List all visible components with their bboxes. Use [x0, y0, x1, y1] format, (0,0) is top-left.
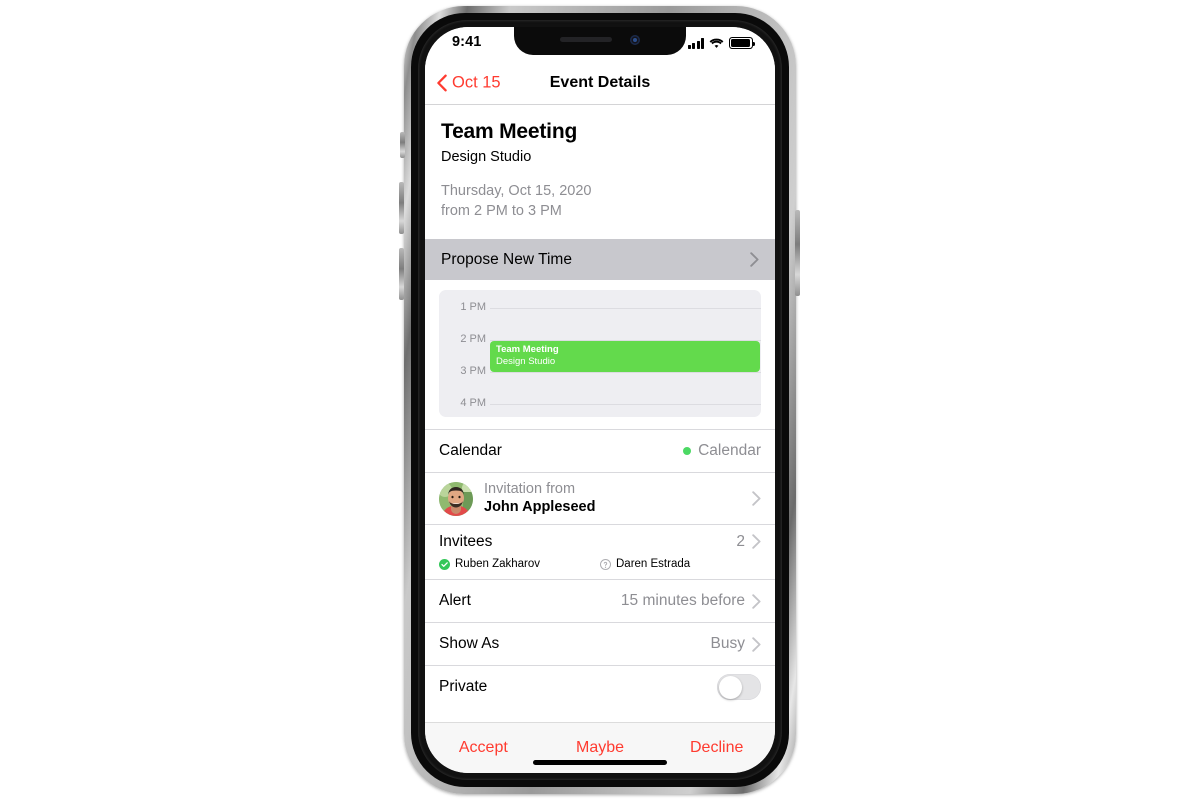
chevron-right-icon — [752, 534, 761, 549]
private-toggle[interactable] — [717, 674, 761, 701]
private-row[interactable]: Private — [425, 665, 775, 708]
alert-row-value-group: 15 minutes before — [621, 592, 761, 610]
maybe-button[interactable]: Maybe — [542, 739, 659, 757]
event-location: Design Studio — [441, 149, 532, 165]
timeline-gridline — [490, 372, 761, 374]
event-datetime: Thursday, Oct 15, 2020 from 2 PM to 3 PM — [441, 182, 759, 221]
alert-row-value: 15 minutes before — [620, 592, 745, 610]
question-circle-icon — [600, 558, 611, 570]
check-circle-icon — [439, 558, 450, 570]
show-as-row-value: Busy — [710, 635, 745, 653]
alert-row-label: Alert — [439, 592, 471, 610]
timeline-gridline — [490, 404, 761, 406]
silent-switch-button[interactable] — [400, 132, 405, 158]
event-title: Team Meeting — [441, 120, 578, 143]
device-screen: 9:41 Oct 15 Event Details Team Meeting D… — [425, 27, 775, 773]
invitees-count: 2 — [736, 532, 745, 550]
calendar-row-value-group: Calendar — [683, 442, 761, 460]
chevron-right-icon — [750, 252, 759, 267]
show-as-row-label: Show As — [439, 635, 500, 653]
rsvp-action-bar: Accept Maybe Decline — [425, 722, 775, 773]
invitees-row-value-group: 2 — [736, 533, 761, 551]
timeline-gridline — [490, 308, 761, 310]
calendar-color-dot-icon — [683, 447, 692, 456]
invitees-row-label: Invitees — [439, 532, 493, 550]
home-indicator[interactable] — [533, 760, 667, 765]
battery-full-icon — [729, 37, 756, 49]
volume-up-button[interactable] — [399, 182, 404, 234]
invitee-name: Daren Estrada — [616, 558, 691, 571]
invitation-text-group: Invitation from John Appleseed — [484, 481, 595, 516]
event-header: Team Meeting Design Studio Thursday, Oct… — [425, 105, 775, 240]
invitee-name: Ruben Zakharov — [455, 558, 541, 571]
calendar-row-label: Calendar — [439, 442, 502, 460]
invitee-chip-pending[interactable]: Daren Estrada — [600, 558, 690, 570]
invitation-row[interactable]: Invitation from John Appleseed — [425, 472, 775, 524]
earpiece-speaker-icon — [560, 37, 612, 42]
day-timeline-chart[interactable]: 1 PM 2 PM 3 PM 4 PM Team Meeting Design … — [439, 290, 761, 418]
details-list: Calendar Calendar Invitation from John A… — [425, 429, 775, 709]
decline-button[interactable]: Decline — [658, 739, 775, 757]
navigation-bar: Oct 15 Event Details — [425, 61, 775, 105]
timeline-preview-section: 1 PM 2 PM 3 PM 4 PM Team Meeting Design … — [425, 280, 775, 430]
back-button-label: Oct 15 — [452, 73, 501, 91]
chevron-right-icon — [752, 491, 761, 506]
propose-new-time-label: Propose New Time — [441, 250, 572, 268]
timeline-label-3pm: 3 PM — [460, 365, 486, 378]
iphone-device-frame: 9:41 Oct 15 Event Details Team Meeting D… — [404, 6, 796, 794]
invitation-from-label: Invitation from — [484, 481, 576, 498]
front-camera-icon — [630, 35, 640, 45]
calendar-row[interactable]: Calendar Calendar — [425, 429, 775, 472]
show-as-row-value-group: Busy — [711, 635, 761, 653]
wifi-icon — [709, 38, 724, 49]
timeline-label-4pm: 4 PM — [460, 397, 486, 410]
screenshot-canvas: 9:41 Oct 15 Event Details Team Meeting D… — [0, 0, 1200, 800]
event-date: Thursday, Oct 15, 2020 — [441, 183, 592, 199]
propose-new-time-row[interactable]: Propose New Time — [425, 239, 775, 281]
chevron-left-icon — [437, 74, 447, 91]
avatar — [439, 481, 473, 516]
chevron-right-icon — [752, 593, 761, 609]
calendar-row-value: Calendar — [698, 442, 761, 460]
invitees-row[interactable]: Invitees 2 — [425, 524, 775, 558]
invitee-chip-accepted[interactable]: Ruben Zakharov — [439, 558, 600, 570]
invitation-row-left: Invitation from John Appleseed — [439, 481, 595, 516]
timeline-event-subtitle: Design Studio — [496, 355, 556, 367]
show-as-row[interactable]: Show As Busy — [425, 622, 775, 665]
timeline-label-1pm: 1 PM — [460, 301, 486, 314]
timeline-event-block[interactable]: Team Meeting Design Studio — [490, 341, 760, 373]
cellular-bars-icon — [687, 38, 704, 49]
invitation-organizer-name: John Appleseed — [484, 499, 596, 516]
status-bar-indicators — [687, 36, 756, 49]
timeline-event-title: Team Meeting — [496, 344, 559, 356]
status-bar-time: 9:41 — [452, 34, 482, 50]
back-button[interactable]: Oct 15 — [437, 73, 501, 92]
alert-row[interactable]: Alert 15 minutes before — [425, 579, 775, 622]
invitees-status-list: Ruben Zakharov Daren Estrada — [425, 558, 775, 580]
event-details-scroll[interactable]: Team Meeting Design Studio Thursday, Oct… — [425, 105, 775, 722]
timeline-label-2pm: 2 PM — [460, 333, 486, 346]
private-row-label: Private — [439, 678, 488, 696]
volume-down-button[interactable] — [399, 248, 404, 300]
accept-button[interactable]: Accept — [425, 739, 542, 757]
chevron-right-icon — [752, 636, 761, 652]
event-time-range: from 2 PM to 3 PM — [441, 202, 562, 219]
power-button[interactable] — [795, 210, 800, 296]
private-toggle-knob — [718, 675, 742, 699]
device-notch — [514, 27, 686, 55]
